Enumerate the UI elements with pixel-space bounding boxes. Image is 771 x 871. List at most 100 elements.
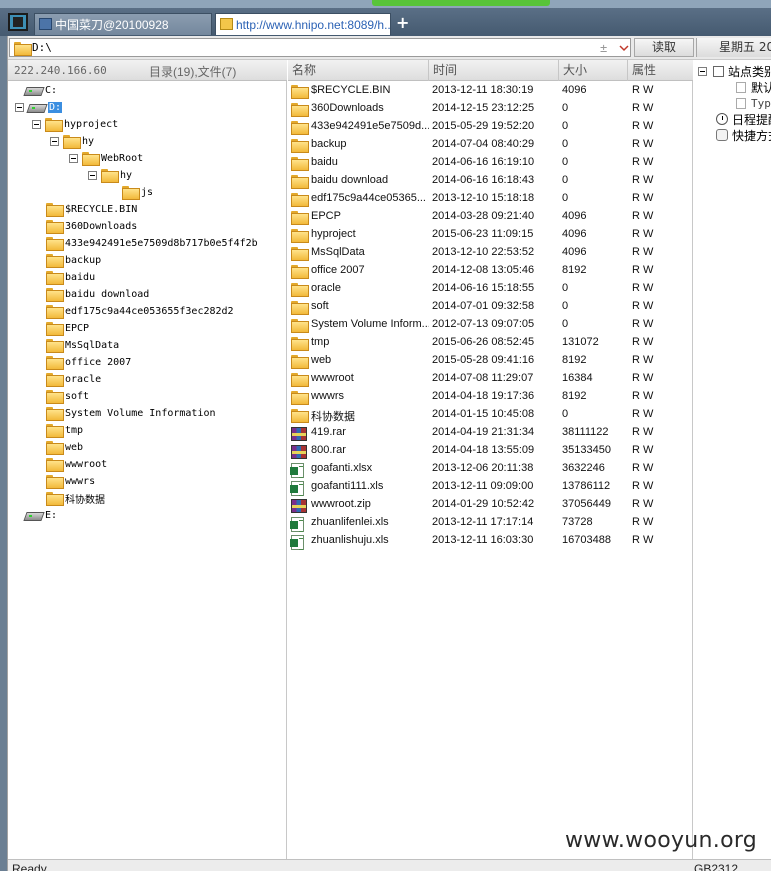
file-row[interactable]: soft 2014-07-01 09:32:58 0 R W <box>288 298 693 316</box>
site-type-node[interactable]: Typ <box>736 95 771 111</box>
file-name: baidu <box>311 156 338 168</box>
file-row[interactable]: 419.rar 2014-04-19 21:31:34 38111122 R W <box>288 424 693 442</box>
tree-folder[interactable]: soft <box>46 388 89 404</box>
file-row[interactable]: tmp 2015-06-26 08:52:45 131072 R W <box>288 334 693 352</box>
file-row[interactable]: zhuanlishuju.xls 2013-12-11 16:03:30 16703… <box>288 532 693 550</box>
tree-folder[interactable]: 科协数据 <box>46 490 105 506</box>
tree-label: hy <box>120 169 133 181</box>
tree-drive[interactable]: D: <box>15 99 63 115</box>
file-row[interactable]: edf175c9a44ce05365... 2013-12-10 15:18:18… <box>288 190 693 208</box>
file-row[interactable]: MsSqlData 2013-12-10 22:53:52 4096 R W <box>288 244 693 262</box>
tree-folder[interactable]: wwwrs <box>46 473 95 489</box>
tree-folder[interactable]: MsSqlData <box>46 337 119 353</box>
file-row[interactable]: EPCP 2014-03-28 09:21:40 4096 R W <box>288 208 693 226</box>
column-time[interactable]: 时间 <box>429 60 559 81</box>
tree-folder[interactable]: tmp <box>46 422 83 438</box>
file-row[interactable]: baidu download 2014-06-16 16:18:43 0 R W <box>288 172 693 190</box>
file-row[interactable]: wwwroot.zip 2014-01-29 10:52:42 37056449 R … <box>288 496 693 514</box>
tree-folder[interactable]: web <box>46 439 83 455</box>
tree-folder[interactable]: oracle <box>46 371 101 387</box>
tree-folder[interactable]: edf175c9a44ce053655f3ec282d2 <box>46 303 234 319</box>
collapse-toggle[interactable] <box>50 136 59 146</box>
file-time: 2014-07-08 11:29:07 <box>432 372 534 384</box>
folder-icon <box>291 247 309 261</box>
file-row[interactable]: goafanti.xlsx 2013-12-06 20:11:38 3632246 R… <box>288 460 693 478</box>
file-row[interactable]: wwwrs 2014-04-18 19:17:36 8192 R W <box>288 388 693 406</box>
file-row[interactable]: 360Downloads 2014-12-15 23:12:25 0 R W <box>288 100 693 118</box>
chevron-down-icon[interactable] <box>618 42 630 54</box>
star-icon[interactable]: ± <box>600 42 612 55</box>
tree-folder[interactable]: wwwroot <box>46 456 107 472</box>
path-input[interactable]: D:\ ± <box>9 38 631 57</box>
file-row[interactable]: goafanti111.xls 2013-12-11 09:09:00 137861… <box>288 478 693 496</box>
collapse-toggle[interactable] <box>15 102 24 112</box>
file-size: 35133450 <box>562 444 611 456</box>
tree-folder[interactable]: baidu download <box>46 286 149 302</box>
file-size: 0 <box>562 156 569 168</box>
collapse-toggle[interactable] <box>88 170 97 180</box>
column-name[interactable]: 名称 <box>288 60 429 81</box>
shortcut-node[interactable]: 快捷方式 <box>716 127 771 143</box>
tree-folder[interactable]: office 2007 <box>46 354 131 370</box>
tree-folder[interactable]: System Volume Information <box>46 405 216 421</box>
column-size[interactable]: 大小 <box>559 60 628 81</box>
tree-folder[interactable]: hy <box>88 167 132 183</box>
file-time: 2014-06-16 15:18:55 <box>432 282 535 294</box>
collapse-toggle[interactable] <box>69 153 78 163</box>
collapse-toggle[interactable] <box>698 66 707 76</box>
file-row[interactable]: web 2015-05-28 09:41:16 8192 R W <box>288 352 693 370</box>
file-name: wwwroot <box>311 372 354 384</box>
schedule-node[interactable]: 日程提醒 <box>716 111 771 127</box>
file-time: 2013-12-11 16:03:30 <box>432 534 534 546</box>
file-row[interactable]: $RECYCLE.BIN 2013-12-11 18:30:19 4096 R W <box>288 82 693 100</box>
archive-file-icon <box>291 427 307 441</box>
tree-folder[interactable]: js <box>122 184 153 200</box>
tree-folder[interactable]: 433e942491e5e7509d8b717b0e5f4f2b <box>46 235 258 251</box>
file-size: 0 <box>562 300 569 312</box>
tree-folder[interactable]: hyproject <box>32 116 118 132</box>
file-size: 0 <box>562 102 569 114</box>
file-row[interactable]: zhuanlifenlei.xls 2013-12-11 17:17:14 7372… <box>288 514 693 532</box>
tree-folder[interactable]: backup <box>46 252 101 268</box>
tree-label: hyproject <box>64 118 119 130</box>
chopper-app-icon[interactable] <box>8 13 28 31</box>
file-row[interactable]: hyproject 2015-06-23 11:09:15 4096 R W <box>288 226 693 244</box>
clock-icon <box>716 113 728 125</box>
file-size: 0 <box>562 192 569 204</box>
column-attributes[interactable]: 属性 <box>628 60 693 81</box>
site-category-node[interactable]: 站点类别 <box>698 63 771 79</box>
file-row[interactable]: wwwroot 2014-07-08 11:29:07 16384 R W <box>288 370 693 388</box>
tree-label: wwwrs <box>65 475 96 487</box>
file-row[interactable]: 800.rar 2014-04-18 13:55:09 35133450 R W <box>288 442 693 460</box>
tab-url[interactable]: http://www.hnipo.net:8089/h... <box>215 13 391 35</box>
page-icon <box>736 97 746 109</box>
tree-folder[interactable]: WebRoot <box>69 150 143 166</box>
file-row[interactable]: oracle 2014-06-16 15:18:55 0 R W <box>288 280 693 298</box>
folder-icon <box>291 211 309 225</box>
file-row[interactable]: baidu 2014-06-16 16:19:10 0 R W <box>288 154 693 172</box>
tree-folder[interactable]: 360Downloads <box>46 218 137 234</box>
tab-chopper[interactable]: 中国菜刀@20100928 <box>34 13 212 35</box>
tree-folder[interactable]: baidu <box>46 269 95 285</box>
read-button[interactable]: 读取 <box>634 38 694 57</box>
file-row[interactable]: 433e942491e5e7509d... 2015-05-29 19:52:20… <box>288 118 693 136</box>
file-name: goafanti111.xls <box>311 480 384 492</box>
new-tab-button[interactable]: + <box>396 15 409 31</box>
file-attributes: R W <box>632 102 654 114</box>
tree-drive[interactable]: E: <box>25 507 57 523</box>
tree-folder[interactable]: $RECYCLE.BIN <box>46 201 137 217</box>
file-row[interactable]: System Volume Inform... 2012-07-13 09:07:… <box>288 316 693 334</box>
status-text: Ready <box>12 862 47 871</box>
collapse-toggle[interactable] <box>32 119 41 129</box>
site-type-label: Typ <box>751 96 771 110</box>
tree-drive[interactable]: C: <box>25 82 57 98</box>
file-row[interactable]: 科协数据 2014-01-15 10:45:08 0 R W <box>288 406 693 424</box>
folder-icon <box>46 424 64 438</box>
file-attributes: R W <box>632 336 654 348</box>
site-default-node[interactable]: 默认 <box>736 79 771 95</box>
tree-folder[interactable]: EPCP <box>46 320 89 336</box>
file-name: goafanti.xlsx <box>311 462 373 474</box>
file-row[interactable]: office 2007 2014-12-08 13:05:46 8192 R W <box>288 262 693 280</box>
file-row[interactable]: backup 2014-07-04 08:40:29 0 R W <box>288 136 693 154</box>
tree-folder[interactable]: hy <box>50 133 94 149</box>
